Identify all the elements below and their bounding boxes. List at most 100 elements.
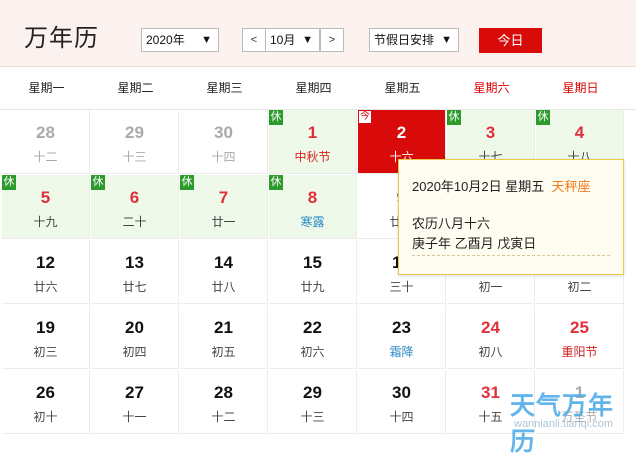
calendar-day[interactable]: 13 廿七: [91, 240, 179, 304]
tooltip-date-line: 2020年10月2日 星期五 天秤座: [412, 176, 590, 195]
day-number: 19: [36, 318, 55, 337]
today-tag: 今: [358, 110, 372, 124]
day-number: 13: [125, 253, 144, 272]
calendar-day[interactable]: 30 十四: [358, 370, 446, 434]
day-number: 4: [574, 123, 585, 142]
day-number: 5: [40, 188, 51, 207]
day-number: 24: [481, 318, 500, 337]
lunar-date: 寒露: [300, 215, 325, 229]
day-number: 29: [303, 383, 322, 402]
tooltip-zodiac: 天秤座: [551, 179, 591, 194]
lunar-date: 十二: [33, 150, 58, 164]
calendar-day[interactable]: 24 初八: [447, 305, 535, 369]
lunar-date: 十四: [211, 150, 236, 164]
tooltip-ganzhi: 庚子年 乙酉月 戊寅日: [412, 236, 537, 251]
holiday-select[interactable]: 节假日安排 ▼: [369, 28, 459, 52]
weekday-label: 星期四: [295, 81, 332, 95]
day-number: 21: [214, 318, 233, 337]
calendar-day[interactable]: 30 十四: [180, 110, 268, 174]
weekday-label: 星期二: [117, 81, 154, 95]
day-number: 15: [303, 253, 322, 272]
lunar-date: 十三: [300, 410, 325, 424]
lunar-date: 廿七: [122, 280, 147, 294]
calendar-day[interactable]: 21 初五: [180, 305, 268, 369]
chevron-down-icon: ▼: [441, 34, 452, 46]
day-number: 26: [36, 383, 55, 402]
month-select-value: 10月: [270, 33, 296, 47]
calendar-day[interactable]: 15 廿九: [269, 240, 357, 304]
lunar-date: 初四: [122, 345, 147, 359]
day-number: 23: [392, 318, 411, 337]
weekday-label: 星期日: [562, 81, 599, 95]
day-number: 25: [570, 318, 589, 337]
calendar-day[interactable]: 12 廿六: [2, 240, 90, 304]
calendar-day[interactable]: 28 十二: [180, 370, 268, 434]
day-number: 2: [396, 123, 407, 142]
lunar-date: 廿八: [211, 280, 236, 294]
weekday-header: 星期一 星期二 星期三 星期四 星期五 星期六 星期日: [0, 67, 636, 110]
day-number: 30: [392, 383, 411, 402]
calendar-day[interactable]: 休 1 中秋节: [269, 110, 357, 174]
calendar-day[interactable]: 28 十二: [2, 110, 90, 174]
month-select[interactable]: 10月 ▼: [265, 28, 320, 52]
calendar-day[interactable]: 休 6 二十: [91, 175, 179, 239]
lunar-date: 三十: [389, 280, 414, 294]
weekday-label: 星期五: [384, 81, 421, 95]
calendar-day[interactable]: 29 十三: [269, 370, 357, 434]
day-number: 28: [214, 383, 233, 402]
calendar-day[interactable]: 23 霜降: [358, 305, 446, 369]
calendar-day[interactable]: 20 初四: [91, 305, 179, 369]
day-number: 22: [303, 318, 322, 337]
calendar-day[interactable]: 休 7 廿一: [180, 175, 268, 239]
lunar-date: 初六: [300, 345, 325, 359]
calendar-day[interactable]: 27 十一: [91, 370, 179, 434]
day-number: 7: [218, 188, 229, 207]
day-number: 27: [125, 383, 144, 402]
lunar-date: 二十: [122, 215, 147, 229]
calendar-day[interactable]: 14 廿八: [180, 240, 268, 304]
calendar-day[interactable]: 25 重阳节: [536, 305, 624, 369]
lunar-date: 十四: [389, 410, 414, 424]
lunar-date: 十三: [122, 150, 147, 164]
day-number: 14: [214, 253, 233, 272]
calendar-day[interactable]: 19 初三: [2, 305, 90, 369]
lunar-date: 十一: [122, 410, 147, 424]
calendar-day[interactable]: 休 8 寒露: [269, 175, 357, 239]
lunar-date: 初八: [478, 345, 503, 359]
lunar-date: 初三: [33, 345, 58, 359]
weekday-label: 星期三: [206, 81, 243, 95]
tooltip-lunar-date: 农历八月十六: [412, 216, 491, 231]
day-number: 8: [307, 188, 318, 207]
lunar-date: 霜降: [389, 345, 414, 359]
lunar-date: 廿一: [211, 215, 236, 229]
day-number: 3: [485, 123, 496, 142]
calendar-day[interactable]: 29 十三: [91, 110, 179, 174]
calendar-header: 万年历 2020年 ▼ < 10月 ▼ > 节假日安排 ▼ 今日: [0, 0, 636, 67]
chevron-down-icon: ▼: [201, 34, 212, 46]
day-number: 1: [307, 123, 318, 142]
chevron-down-icon: ▼: [302, 34, 313, 46]
day-number: 6: [129, 188, 140, 207]
calendar-day[interactable]: 26 初十: [2, 370, 90, 434]
lunar-date: 初一: [478, 280, 503, 294]
lunar-date: 初五: [211, 345, 236, 359]
page-title: 万年历: [24, 25, 99, 52]
lunar-date: 十二: [211, 410, 236, 424]
lunar-date: 廿六: [33, 280, 58, 294]
day-number: 30: [214, 123, 233, 142]
lunar-date: 十九: [33, 215, 58, 229]
day-number: 20: [125, 318, 144, 337]
calendar-day[interactable]: 22 初六: [269, 305, 357, 369]
lunar-date: 重阳节: [561, 345, 598, 359]
today-button[interactable]: 今日: [479, 28, 542, 53]
year-select[interactable]: 2020年 ▼: [141, 28, 219, 52]
watermark-url: wannianli.tianqi.com: [514, 418, 614, 430]
calendar-day[interactable]: 休 5 十九: [2, 175, 90, 239]
day-number: 12: [36, 253, 55, 272]
next-month-button[interactable]: >: [320, 28, 344, 52]
prev-month-button[interactable]: <: [242, 28, 266, 52]
day-number: 29: [125, 123, 144, 142]
tooltip-date: 2020年10月2日 星期五: [412, 179, 545, 194]
lunar-date: 中秋节: [294, 150, 331, 164]
lunar-date: 初十: [33, 410, 58, 424]
